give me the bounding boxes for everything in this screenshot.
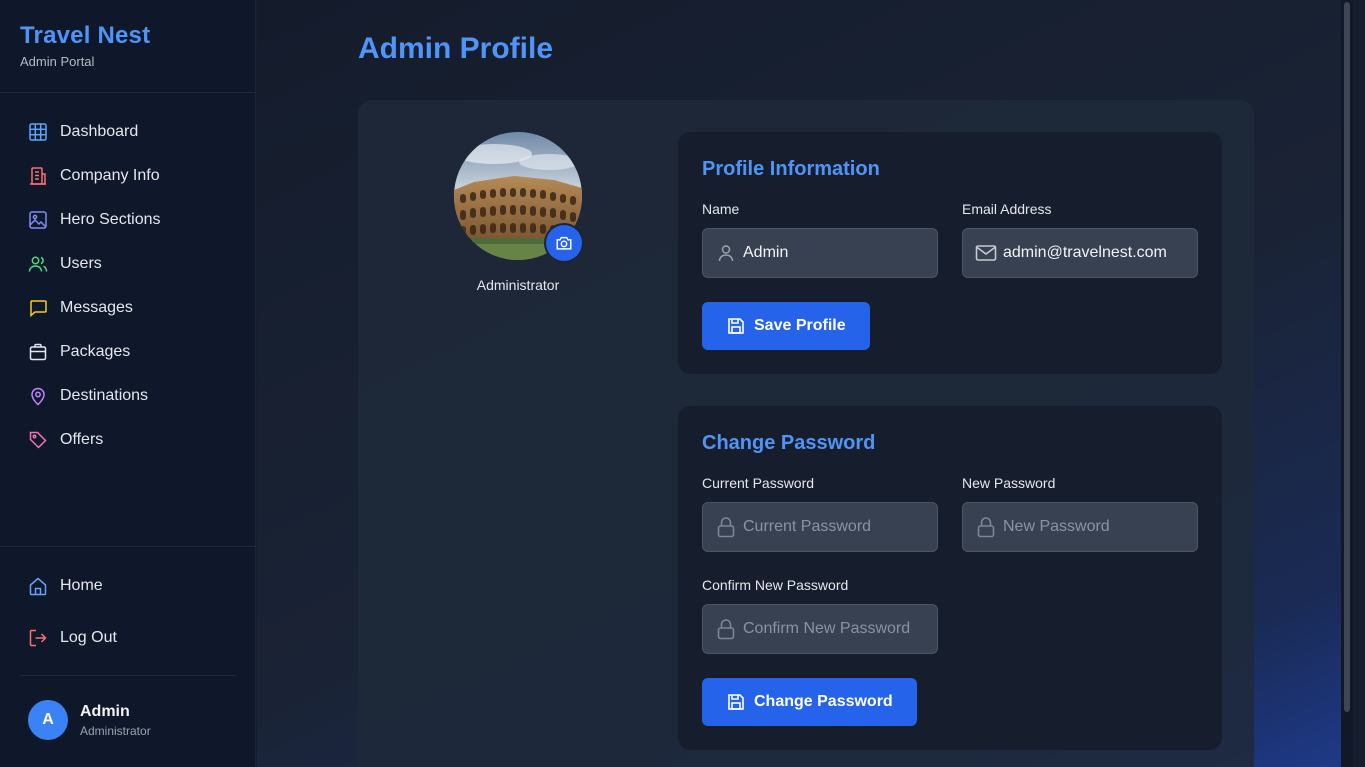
confirm-password-field[interactable] (702, 604, 938, 654)
current-password-field[interactable] (702, 502, 938, 552)
user-icon (715, 242, 737, 264)
sidebar-item-packages[interactable]: Packages (12, 332, 244, 372)
email-label: Email Address (962, 201, 1052, 217)
sidebar-divider (0, 92, 256, 93)
home-icon (28, 576, 48, 596)
sidebar-item-dashboard[interactable]: Dashboard (12, 112, 244, 152)
users-icon (28, 254, 48, 274)
new-password-field[interactable] (962, 502, 1198, 552)
scrollbar[interactable] (1341, 0, 1353, 767)
camera-icon (555, 234, 573, 252)
scrollbar-thumb[interactable] (1344, 2, 1350, 712)
sidebar-item-label: Packages (60, 343, 131, 360)
brand-subtitle: Admin Portal (20, 54, 95, 69)
image-icon (28, 210, 48, 230)
sidebar-item-label: Users (60, 255, 102, 272)
sidebar-item-home[interactable]: Home (12, 566, 244, 606)
log-out-icon (28, 628, 48, 648)
building-icon (28, 166, 48, 186)
current-user[interactable]: A Admin Administrator (28, 700, 151, 740)
page-title: Admin Profile (358, 32, 554, 65)
change-password-button[interactable]: Change Password (702, 678, 917, 726)
sidebar-item-hero-sections[interactable]: Hero Sections (12, 200, 244, 240)
current-password-label: Current Password (702, 475, 815, 491)
grid-icon (28, 122, 48, 142)
sidebar-item-messages[interactable]: Messages (12, 288, 244, 328)
sidebar-item-users[interactable]: Users (12, 244, 244, 284)
button-label: Save Profile (754, 317, 846, 334)
sidebar-item-company-info[interactable]: Company Info (12, 156, 244, 196)
sidebar-divider (20, 675, 236, 676)
sidebar-item-offers[interactable]: Offers (12, 420, 244, 460)
name-label: Name (702, 201, 740, 217)
brand-title: Travel Nest (20, 22, 151, 49)
save-icon (726, 316, 746, 336)
user-meta: Admin Administrator (80, 703, 151, 738)
sidebar-item-label: Offers (60, 431, 104, 448)
user-name: Admin (80, 702, 130, 720)
new-password-input[interactable] (1003, 518, 1183, 536)
photo-caption: Administrator (476, 277, 560, 293)
lock-icon (715, 618, 737, 640)
message-icon (28, 298, 48, 318)
card-title: Profile Information (702, 158, 880, 180)
user-role: Administrator (80, 723, 151, 738)
save-profile-button[interactable]: Save Profile (702, 302, 870, 350)
sidebar-item-log-out[interactable]: Log Out (12, 618, 244, 658)
sidebar-item-label: Messages (60, 299, 133, 316)
package-icon (28, 342, 48, 362)
email-field[interactable] (962, 228, 1198, 278)
tag-icon (28, 430, 48, 450)
sidebar-item-label: Company Info (60, 167, 160, 184)
lock-icon (715, 516, 737, 538)
sidebar-item-label: Home (60, 577, 103, 594)
card-title: Change Password (702, 432, 876, 454)
new-password-label: New Password (962, 475, 1056, 491)
button-label: Change Password (754, 693, 893, 710)
change-password-card: Change Password Current Password New Pas… (678, 406, 1222, 750)
change-photo-button[interactable] (546, 225, 582, 261)
mail-icon (975, 242, 997, 264)
avatar: A (28, 700, 68, 740)
map-pin-icon (28, 386, 48, 406)
save-icon (726, 692, 746, 712)
sidebar: Travel Nest Admin Portal Dashboard Compa… (0, 0, 256, 767)
current-password-input[interactable] (743, 518, 923, 536)
sidebar-item-destinations[interactable]: Destinations (12, 376, 244, 416)
sidebar-item-label: Dashboard (60, 123, 139, 140)
brand: Travel Nest Admin Portal (20, 22, 150, 69)
profile-information-card: Profile Information Name Email Address S… (678, 132, 1222, 374)
email-input[interactable] (1003, 244, 1183, 262)
sidebar-divider (0, 546, 256, 547)
sidebar-item-label: Hero Sections (60, 211, 161, 228)
confirm-password-label: Confirm New Password (702, 577, 849, 593)
confirm-password-input[interactable] (743, 620, 923, 638)
sidebar-item-label: Destinations (60, 387, 149, 404)
sidebar-item-label: Log Out (60, 629, 117, 646)
name-input[interactable] (743, 244, 923, 262)
name-field[interactable] (702, 228, 938, 278)
lock-icon (975, 516, 997, 538)
